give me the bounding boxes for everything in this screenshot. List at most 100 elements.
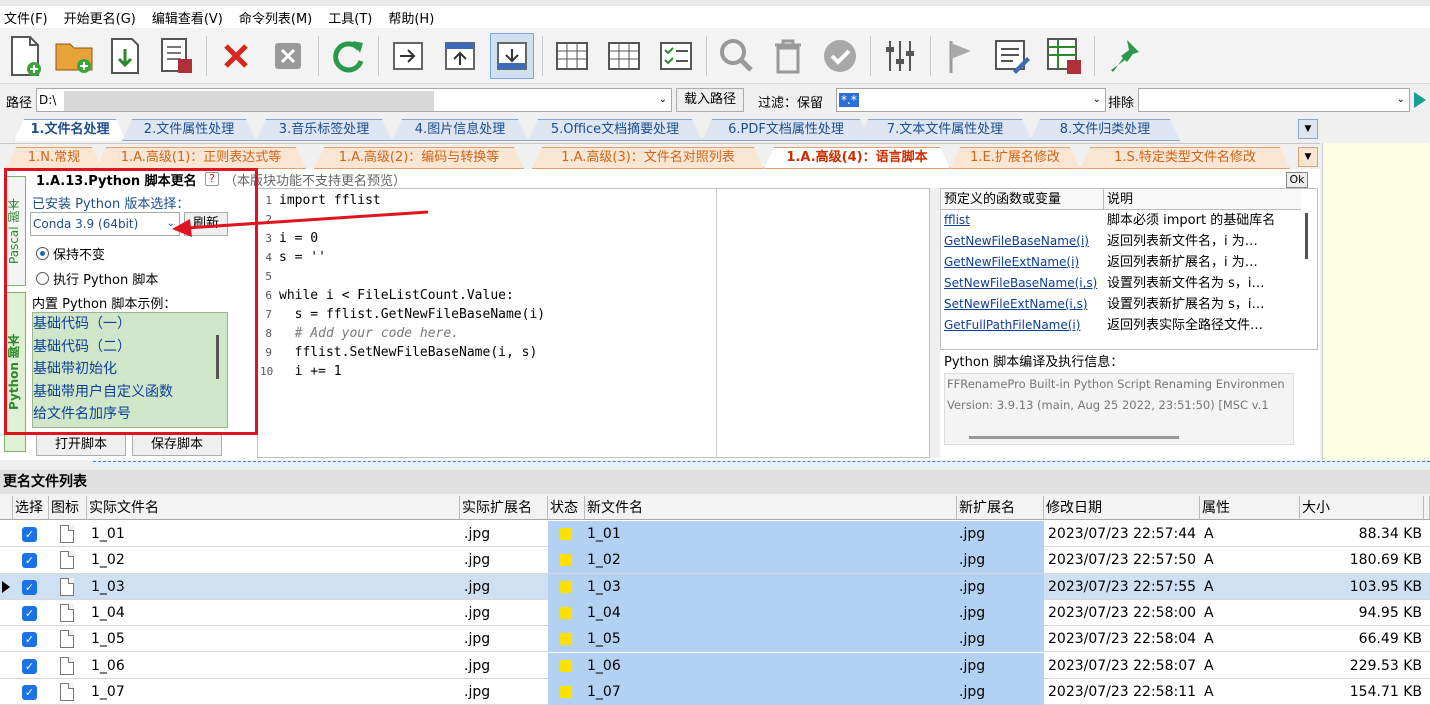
load-path-button[interactable]: 载入路径 <box>676 88 744 112</box>
function-link[interactable]: SetNewFileBaseName(i,s) <box>944 273 1097 294</box>
tabs2-dropdown-icon[interactable]: ▼ <box>1298 147 1318 167</box>
menu-edit-view[interactable]: 编辑查看(V) <box>152 8 223 27</box>
cell-new-name[interactable]: 1_03 <box>585 573 957 600</box>
checkbox-checked-icon[interactable]: ✓ <box>22 632 37 648</box>
filter-input[interactable]: *.* ⌄ <box>836 88 1106 112</box>
grid-view2-icon[interactable] <box>602 33 646 79</box>
list-item[interactable]: 基础代码（一） <box>33 313 227 336</box>
tab-extension[interactable]: 1.E.扩展名修改 <box>950 147 1080 169</box>
cell-new-name[interactable]: 1_04 <box>585 599 957 626</box>
move-icon[interactable] <box>386 33 430 79</box>
chevron-down-icon[interactable]: ⌄ <box>1397 89 1405 111</box>
ok-button[interactable]: Ok <box>1286 172 1308 188</box>
checkbox-checked-icon[interactable]: ✓ <box>22 658 37 674</box>
tab-filename[interactable]: 1.文件名处理 <box>14 119 126 141</box>
checkbox-checked-icon[interactable]: ✓ <box>22 553 37 569</box>
new-file-icon[interactable] <box>2 33 46 79</box>
column-header-ext[interactable]: 实际扩展名 <box>460 496 548 520</box>
radio-icon[interactable] <box>36 247 49 260</box>
radio-icon[interactable] <box>36 272 49 285</box>
cell-new-ext[interactable]: .jpg <box>957 678 1044 705</box>
list-scrollbar[interactable] <box>216 335 219 379</box>
run-python-option[interactable]: 执行 Python 脚本 <box>36 269 158 288</box>
clear-x-icon[interactable] <box>266 33 310 79</box>
exclude-input[interactable]: ⌄ <box>1138 88 1410 112</box>
function-link[interactable]: SetNewFileExtName(i,s) <box>944 294 1088 315</box>
checklist-icon[interactable] <box>654 33 698 79</box>
list-item[interactable]: 给文件名加序号 <box>33 403 227 426</box>
save-icon[interactable] <box>155 33 199 79</box>
column-header-new-ext[interactable]: 新扩展名 <box>957 496 1044 520</box>
tab-name-mapping[interactable]: 1.A.高级(3)：文件名对照列表 <box>532 147 764 169</box>
table-row[interactable]: GetNewFileExtName(i) 返回列表新扩展名，i 为… <box>941 252 1301 273</box>
table-row[interactable]: ✓ 1_07 .jpg 1_07 .jpg 2023/07/23 22:58:1… <box>0 678 1430 705</box>
cell-new-ext[interactable]: .jpg <box>957 626 1044 653</box>
tab-file-classify[interactable]: 8.文件归类处理 <box>1030 119 1180 141</box>
table-row[interactable]: SetNewFileBaseName(i,s) 设置列表新文件名为 s，i… <box>941 273 1301 294</box>
function-link[interactable]: GetNewFileExtName(i) <box>944 252 1079 273</box>
checkbox-checked-icon[interactable]: ✓ <box>22 605 37 621</box>
cell-new-ext[interactable]: .jpg <box>957 652 1044 679</box>
checkbox-checked-icon[interactable]: ✓ <box>22 579 37 595</box>
function-link[interactable]: fflist <box>944 210 970 231</box>
play-icon[interactable] <box>1414 92 1426 108</box>
column-header-icon[interactable]: 图标 <box>49 496 87 520</box>
splitter[interactable] <box>930 188 940 458</box>
checkbox-checked-icon[interactable]: ✓ <box>22 684 37 700</box>
column-header-name[interactable]: 实际文件名 <box>87 496 460 520</box>
tabs-dropdown-icon[interactable]: ▼ <box>1298 119 1318 139</box>
grid-view-icon[interactable] <box>550 33 594 79</box>
column-header-date[interactable]: 修改日期 <box>1044 496 1200 520</box>
menu-help[interactable]: 帮助(H) <box>388 8 434 27</box>
examples-list[interactable]: 基础代码（一） 基础代码（二） 基础带初始化 基础带用户自定义函数 给文件名加序… <box>32 312 228 428</box>
column-header-attr[interactable]: 属性 <box>1200 496 1300 520</box>
table-row[interactable]: ✓ 1_02 .jpg 1_02 .jpg 2023/07/23 22:57:5… <box>0 547 1430 574</box>
chevron-down-icon[interactable]: ⌄ <box>659 89 667 111</box>
chevron-down-icon[interactable]: ⌄ <box>1093 89 1101 111</box>
panel-splitter[interactable] <box>93 461 1430 467</box>
save-grid-icon[interactable] <box>1042 33 1086 79</box>
table-row[interactable]: fflist 脚本必须 import 的基础库名 <box>941 210 1301 231</box>
tab-regex[interactable]: 1.A.高级(1)：正则表达式等 <box>96 147 306 169</box>
help-icon[interactable]: ? <box>205 172 219 186</box>
table-scrollbar[interactable] <box>1305 213 1308 259</box>
column-header-size[interactable]: 大小 <box>1300 496 1424 520</box>
tab-specific-type[interactable]: 1.S.特定类型文件名修改 <box>1080 147 1290 169</box>
sliders-icon[interactable] <box>878 33 922 79</box>
table-row-selected[interactable]: ✓ 1_03 .jpg 1_03 .jpg 2023/07/23 22:57:5… <box>0 573 1430 600</box>
cell-new-name[interactable]: 1_06 <box>585 652 957 679</box>
tab-pdf-attributes[interactable]: 6.PDF文档属性处理 <box>702 119 870 141</box>
tab-image-info[interactable]: 4.图片信息处理 <box>392 119 528 141</box>
menu-rename[interactable]: 开始更名(G) <box>64 8 136 27</box>
column-header-status[interactable]: 状态 <box>548 496 585 520</box>
cell-new-name[interactable]: 1_02 <box>585 547 957 574</box>
table-row[interactable]: ✓ 1_01 .jpg 1_01 .jpg 2023/07/23 22:57:4… <box>0 521 1430 548</box>
table-row[interactable]: SetNewFileExtName(i,s) 设置列表新扩展名为 s，i… <box>941 294 1301 315</box>
path-input[interactable]: D:\ ⌄ <box>36 88 672 112</box>
list-item[interactable]: 基础代码（二） <box>33 336 227 359</box>
down-icon[interactable] <box>490 33 534 79</box>
open-folder-icon[interactable] <box>52 33 96 79</box>
tab-general[interactable]: 1.N.常规 <box>6 147 102 169</box>
info-output[interactable]: FFRenamePro Built-in Python Script Renam… <box>944 373 1294 445</box>
menu-file[interactable]: 文件(F) <box>4 8 48 27</box>
refresh-icon[interactable] <box>326 33 370 79</box>
tab-python[interactable]: Python 脚本 <box>4 292 26 452</box>
menu-commands[interactable]: 命令列表(M) <box>239 8 312 27</box>
pin-icon[interactable] <box>1102 33 1146 79</box>
info-scrollbar[interactable] <box>969 436 1179 439</box>
delete-x-icon[interactable] <box>214 33 258 79</box>
trash-icon[interactable] <box>766 33 810 79</box>
table-row[interactable]: GetNewFileBaseName(i) 返回列表新文件名，i 为… <box>941 231 1301 252</box>
cell-new-ext[interactable]: .jpg <box>957 573 1044 600</box>
flag-icon[interactable] <box>938 33 982 79</box>
open-script-button[interactable]: 打开脚本 <box>36 434 126 456</box>
table-row[interactable]: ✓ 1_04 .jpg 1_04 .jpg 2023/07/23 22:58:0… <box>0 599 1430 627</box>
tab-music-tags[interactable]: 3.音乐标签处理 <box>256 119 392 141</box>
function-link[interactable]: GetFullPathFileName(i) <box>944 315 1080 336</box>
tab-text-attributes[interactable]: 7.文本文件属性处理 <box>858 119 1032 141</box>
tab-file-attributes[interactable]: 2.文件属性处理 <box>122 119 256 141</box>
table-row[interactable]: ✓ 1_05 .jpg 1_05 .jpg 2023/07/23 22:58:0… <box>0 626 1430 653</box>
tab-encoding[interactable]: 1.A.高级(2)：编码与转换等 <box>314 147 524 169</box>
tab-script[interactable]: 1.A.高级(4)：语言脚本 <box>764 147 950 169</box>
